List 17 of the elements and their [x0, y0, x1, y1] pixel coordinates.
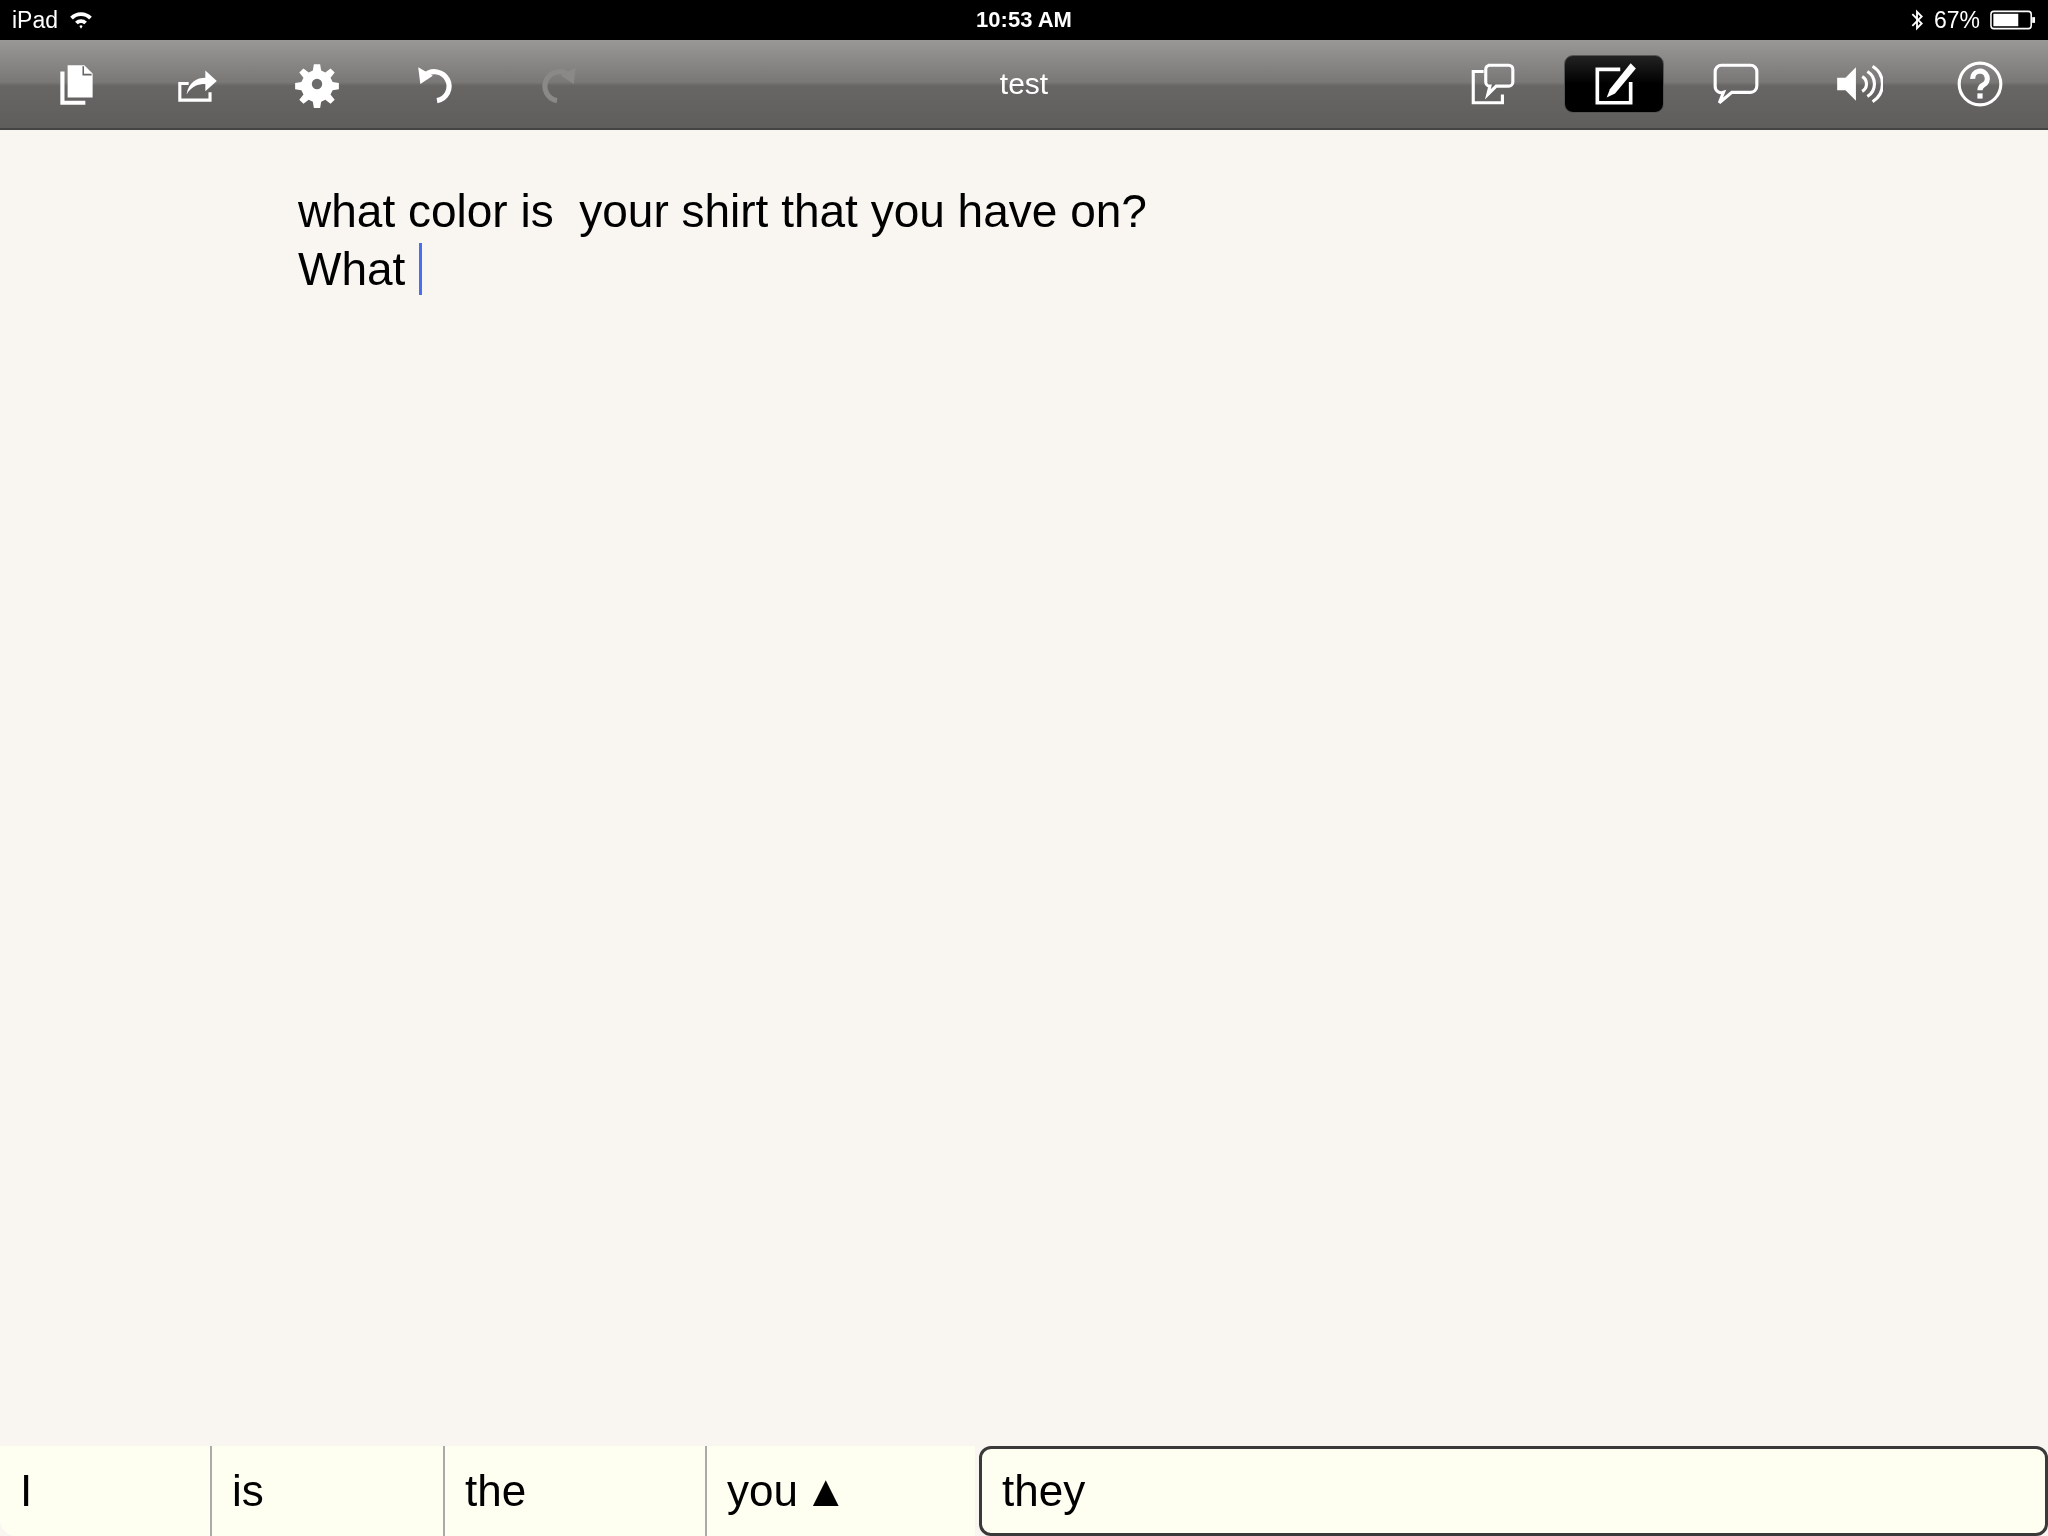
word-prediction[interactable]: is: [210, 1446, 443, 1536]
clock-time: 10:53 AM: [976, 7, 1072, 33]
word-prediction[interactable]: I: [0, 1446, 210, 1536]
word-prediction[interactable]: they: [979, 1446, 2048, 1536]
help-icon: [1955, 59, 2005, 109]
document-title: test: [999, 67, 1049, 101]
battery-icon: [1990, 10, 2036, 30]
edit-button[interactable]: [1564, 55, 1664, 113]
word-prediction[interactable]: you▲: [705, 1446, 975, 1536]
battery-percent: 67%: [1933, 6, 1980, 34]
word-prediction[interactable]: the: [443, 1446, 705, 1536]
document-text: What: [298, 242, 406, 297]
text-cursor: [419, 243, 423, 295]
wifi-icon: [68, 10, 95, 30]
carrier-label: iPad: [12, 6, 59, 34]
bluetooth-icon: [1909, 8, 1924, 32]
document-text: what color is your shirt that you have on?: [298, 184, 1147, 239]
